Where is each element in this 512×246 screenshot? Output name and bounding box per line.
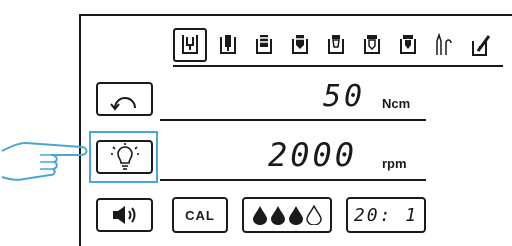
program-6-button[interactable]: [355, 28, 389, 62]
program-7-icon: [400, 35, 416, 54]
calibrate-label: CAL: [185, 207, 215, 223]
program-1-button[interactable]: [173, 28, 207, 62]
panel-left-border: [79, 14, 81, 246]
program-3-icon: [256, 35, 272, 54]
speaker-icon: [112, 206, 135, 224]
gear-ratio-label: 20: 1: [353, 204, 419, 226]
calibrate-button[interactable]: CAL: [172, 197, 228, 233]
speed-underline: [160, 179, 426, 181]
program-8-button[interactable]: [427, 28, 461, 62]
program-4-icon: [292, 35, 308, 54]
program-selector: [173, 28, 503, 62]
sound-button[interactable]: [96, 198, 153, 232]
speed-unit: rpm: [382, 156, 407, 171]
rotation-arrow-icon: [109, 97, 136, 111]
coolant-drops-icon: [253, 205, 322, 225]
program-7-button[interactable]: [391, 28, 425, 62]
program-2-button[interactable]: [211, 28, 245, 62]
speed-value: 2000: [268, 136, 358, 174]
program-5-button[interactable]: [319, 28, 353, 62]
torque-value: 50: [323, 79, 366, 114]
program-4-button[interactable]: [283, 28, 317, 62]
program-6-icon: [364, 35, 380, 54]
program-2-icon: [220, 35, 236, 54]
light-button[interactable]: [96, 140, 153, 174]
program-5-icon: [328, 35, 344, 54]
pointing-hand-icon: [1, 142, 88, 181]
gear-ratio-button[interactable]: 20: 1: [346, 197, 426, 233]
torque-unit: Ncm: [382, 96, 411, 111]
rotation-direction-button[interactable]: [96, 82, 153, 116]
coolant-level-button[interactable]: [242, 197, 332, 233]
program-9-icon: [472, 35, 491, 56]
program-row-underline: [173, 65, 503, 67]
light-bulb-icon: [110, 143, 139, 170]
panel-top-border: [79, 14, 512, 16]
torque-underline: [160, 119, 426, 121]
program-8-icon: [436, 33, 452, 55]
program-9-button[interactable]: [465, 28, 499, 62]
program-3-button[interactable]: [247, 28, 281, 62]
program-1-icon: [182, 35, 198, 54]
